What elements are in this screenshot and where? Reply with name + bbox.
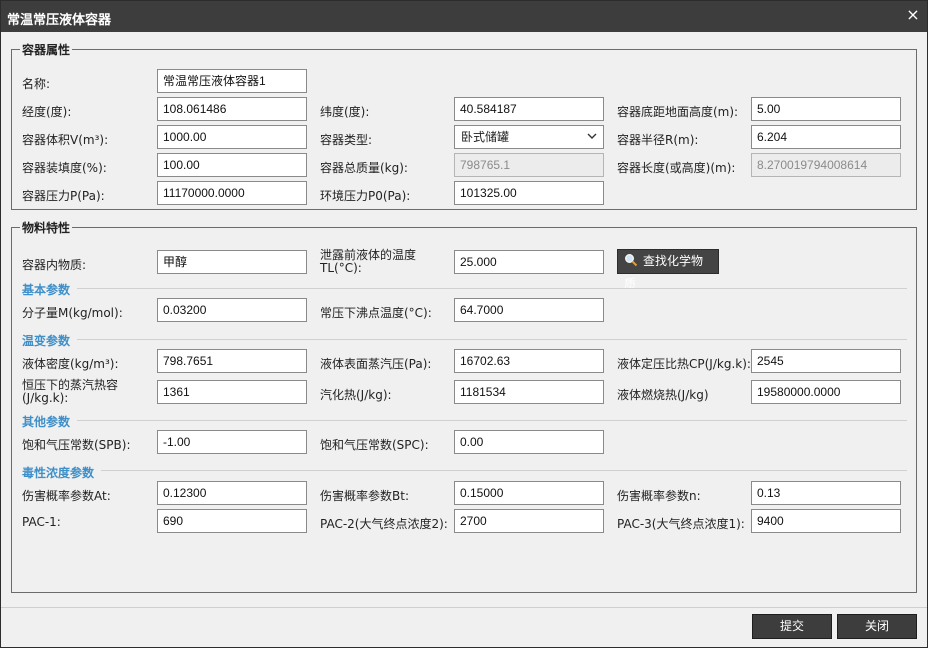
heat-combustion-label: 液体燃烧热(J/kg) — [617, 388, 709, 402]
radius-input[interactable]: 6.204 — [751, 125, 901, 149]
close-button[interactable]: 关闭 — [837, 614, 917, 639]
fill-degree-input[interactable]: 100.00 — [157, 153, 307, 177]
liquid-temp-input[interactable]: 25.000 — [454, 250, 604, 274]
base-height-label: 容器底距地面高度(m): — [617, 105, 739, 119]
n-label: 伤害概率参数n: — [617, 489, 701, 503]
liquid-temp-label: 泄露前液体的温度TL(°C): — [320, 248, 417, 275]
search-chemical-button[interactable]: 查找化学物质 — [617, 249, 719, 291]
spc-label: 饱和气压常数(SPC): — [320, 438, 429, 452]
pac1-label: PAC-1: — [22, 515, 61, 529]
longitude-input[interactable]: 108.061486 — [157, 97, 307, 121]
env-pressure-input[interactable]: 101325.00 — [454, 181, 604, 205]
env-pressure-label: 环境压力P0(Pa): — [320, 189, 411, 203]
name-input[interactable]: 常温常压液体容器1 — [157, 69, 307, 93]
chevron-down-icon — [587, 133, 597, 139]
pressure-label: 容器压力P(Pa): — [22, 189, 105, 203]
container-properties-legend: 容器属性 — [20, 41, 73, 58]
material-properties-legend: 物料特性 — [20, 219, 73, 236]
footer-divider — [1, 607, 927, 608]
dialog-window: 常温常压液体容器 × 容器属性 名称: 常温常压液体容器1 经度(度): 108… — [0, 0, 928, 648]
specific-heat-input[interactable]: 2545 — [751, 349, 901, 373]
length-input: 8.270019794008614 — [751, 153, 901, 177]
bt-input[interactable]: 0.15000 — [454, 481, 604, 505]
at-label: 伤害概率参数At: — [22, 489, 111, 503]
pac1-input[interactable]: 690 — [157, 509, 307, 533]
volume-label: 容器体积V(m³): — [22, 133, 109, 147]
submit-button[interactable]: 提交 — [752, 614, 832, 639]
n-input[interactable]: 0.13 — [751, 481, 901, 505]
pac2-label: PAC-2(大气终点浓度2): — [320, 517, 448, 531]
at-input[interactable]: 0.12300 — [157, 481, 307, 505]
pac2-input[interactable]: 2700 — [454, 509, 604, 533]
heat-vaporization-input[interactable]: 1181534 — [454, 380, 604, 404]
vapor-heat-capacity-input[interactable]: 1361 — [157, 380, 307, 404]
toxic-params-divider — [101, 470, 907, 471]
material-properties-group: 物料特性 — [11, 219, 917, 593]
temp-params-divider — [77, 339, 907, 340]
spb-input[interactable]: -1.00 — [157, 430, 307, 454]
boiling-point-label: 常压下沸点温度(°C): — [320, 306, 432, 320]
heat-combustion-input[interactable]: 19580000.0000 — [751, 380, 901, 404]
heat-vaporization-label: 汽化热(J/kg): — [320, 388, 392, 402]
spb-label: 饱和气压常数(SPB): — [22, 438, 131, 452]
vapor-pressure-input[interactable]: 16702.63 — [454, 349, 604, 373]
longitude-label: 经度(度): — [22, 105, 72, 119]
specific-heat-label: 液体定压比热CP(J/kg.k): — [617, 357, 751, 371]
density-label: 液体密度(kg/m³): — [22, 357, 119, 371]
title-bar: 常温常压液体容器 × — [1, 1, 927, 32]
fill-degree-label: 容器装填度(%): — [22, 161, 107, 175]
other-params-divider — [77, 420, 907, 421]
total-mass-label: 容器总质量(kg): — [320, 161, 408, 175]
container-type-value: 卧式储罐 — [461, 130, 510, 144]
vapor-heat-capacity-label: 恒压下的蒸汽热容(J/kg.k): — [22, 378, 119, 405]
pressure-input[interactable]: 11170000.0000 — [157, 181, 307, 205]
base-height-input[interactable]: 5.00 — [751, 97, 901, 121]
dialog-title: 常温常压液体容器 — [7, 13, 112, 28]
latitude-input[interactable]: 40.584187 — [454, 97, 604, 121]
molecular-weight-label: 分子量M(kg/mol): — [22, 306, 123, 320]
spc-input[interactable]: 0.00 — [454, 430, 604, 454]
name-label: 名称: — [22, 77, 51, 91]
radius-label: 容器半径R(m): — [617, 133, 699, 147]
basic-params-divider — [77, 288, 907, 289]
close-icon[interactable]: × — [905, 7, 921, 23]
substance-input[interactable]: 甲醇 — [157, 250, 307, 274]
density-input[interactable]: 798.7651 — [157, 349, 307, 373]
pac3-input[interactable]: 9400 — [751, 509, 901, 533]
basic-params-title: 基本参数 — [22, 283, 71, 297]
vapor-pressure-label: 液体表面蒸汽压(Pa): — [320, 357, 432, 371]
toxic-params-title: 毒性浓度参数 — [22, 466, 95, 480]
temp-params-title: 温变参数 — [22, 334, 71, 348]
volume-input[interactable]: 1000.00 — [157, 125, 307, 149]
pac3-label: PAC-3(大气终点浓度1): — [617, 517, 745, 531]
molecular-weight-input[interactable]: 0.03200 — [157, 298, 307, 322]
length-label: 容器长度(或高度)(m): — [617, 161, 736, 175]
substance-label: 容器内物质: — [22, 258, 87, 272]
boiling-point-input[interactable]: 64.7000 — [454, 298, 604, 322]
bt-label: 伤害概率参数Bt: — [320, 489, 409, 503]
container-type-select[interactable]: 卧式储罐 — [454, 125, 604, 149]
latitude-label: 纬度(度): — [320, 105, 370, 119]
other-params-title: 其他参数 — [22, 415, 71, 429]
container-type-label: 容器类型: — [320, 133, 373, 147]
search-icon — [625, 254, 638, 267]
total-mass-input: 798765.1 — [454, 153, 604, 177]
